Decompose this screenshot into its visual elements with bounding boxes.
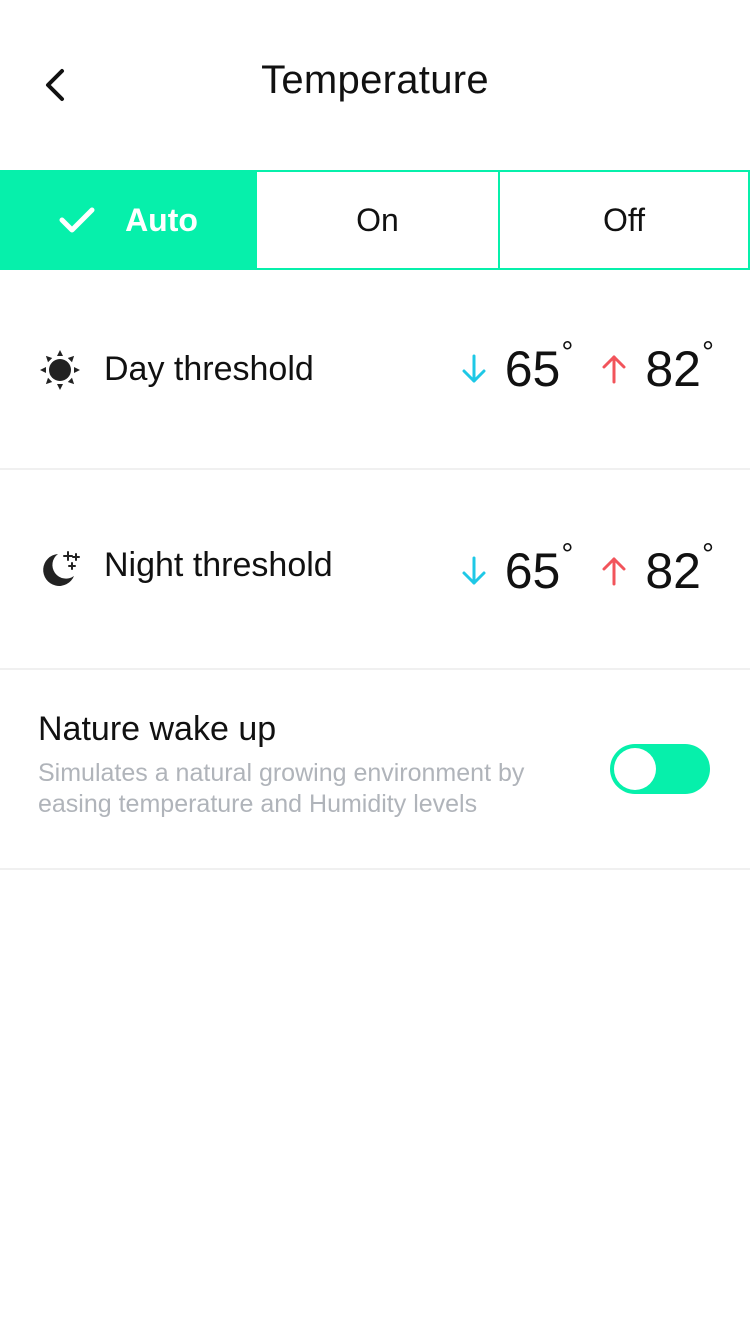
nature-wake-up-title: Nature wake up [38, 710, 277, 748]
arrow-down-icon [461, 353, 487, 385]
night-high-value: 82 [645, 543, 701, 599]
page-title: Temperature [261, 58, 489, 102]
mode-option-label: Auto [125, 201, 198, 238]
arrow-down-icon [461, 555, 487, 587]
degree-unit: ° [561, 336, 574, 369]
day-low-value: 65 [504, 341, 561, 397]
nature-wake-up-row: Nature wake up Simulates a natural growi… [0, 670, 750, 870]
day-threshold-label: Day threshold [104, 350, 314, 388]
degree-unit: ° [702, 538, 714, 571]
mode-option-on[interactable]: On [255, 172, 500, 268]
night-threshold-label: Night threshold [104, 546, 333, 584]
day-low-temp[interactable]: 65° [461, 336, 573, 398]
check-icon [59, 206, 95, 234]
mode-option-label: Off [602, 201, 646, 238]
night-threshold-values: 65° 82° [461, 538, 714, 600]
nature-wake-up-toggle[interactable] [610, 744, 710, 794]
night-threshold-row[interactable]: Night threshold 65° 82° [0, 470, 750, 670]
night-low-value: 65 [504, 543, 561, 599]
arrow-up-icon [601, 555, 627, 587]
night-low-temp[interactable]: 65° [461, 538, 573, 600]
day-high-value: 82 [645, 341, 701, 397]
mode-segmented-control: Auto On Off [0, 170, 750, 270]
day-threshold-values: 65° 82° [461, 336, 714, 398]
day-high-temp[interactable]: 82° [601, 336, 714, 398]
moon-stars-icon [38, 548, 82, 592]
mode-option-off[interactable]: Off [500, 172, 748, 268]
night-high-temp[interactable]: 82° [601, 538, 714, 600]
nature-wake-up-description: Simulates a natural growing environment … [38, 759, 525, 818]
degree-unit: ° [561, 538, 574, 571]
day-threshold-row[interactable]: Day threshold 65° 82° [0, 270, 750, 470]
sun-icon [38, 348, 82, 392]
degree-unit: ° [702, 336, 714, 369]
mode-option-auto[interactable]: Auto [2, 172, 255, 268]
header: Temperature [0, 0, 750, 170]
arrow-up-icon [601, 353, 627, 385]
toggle-knob [614, 748, 656, 790]
mode-option-label: On [356, 201, 399, 238]
